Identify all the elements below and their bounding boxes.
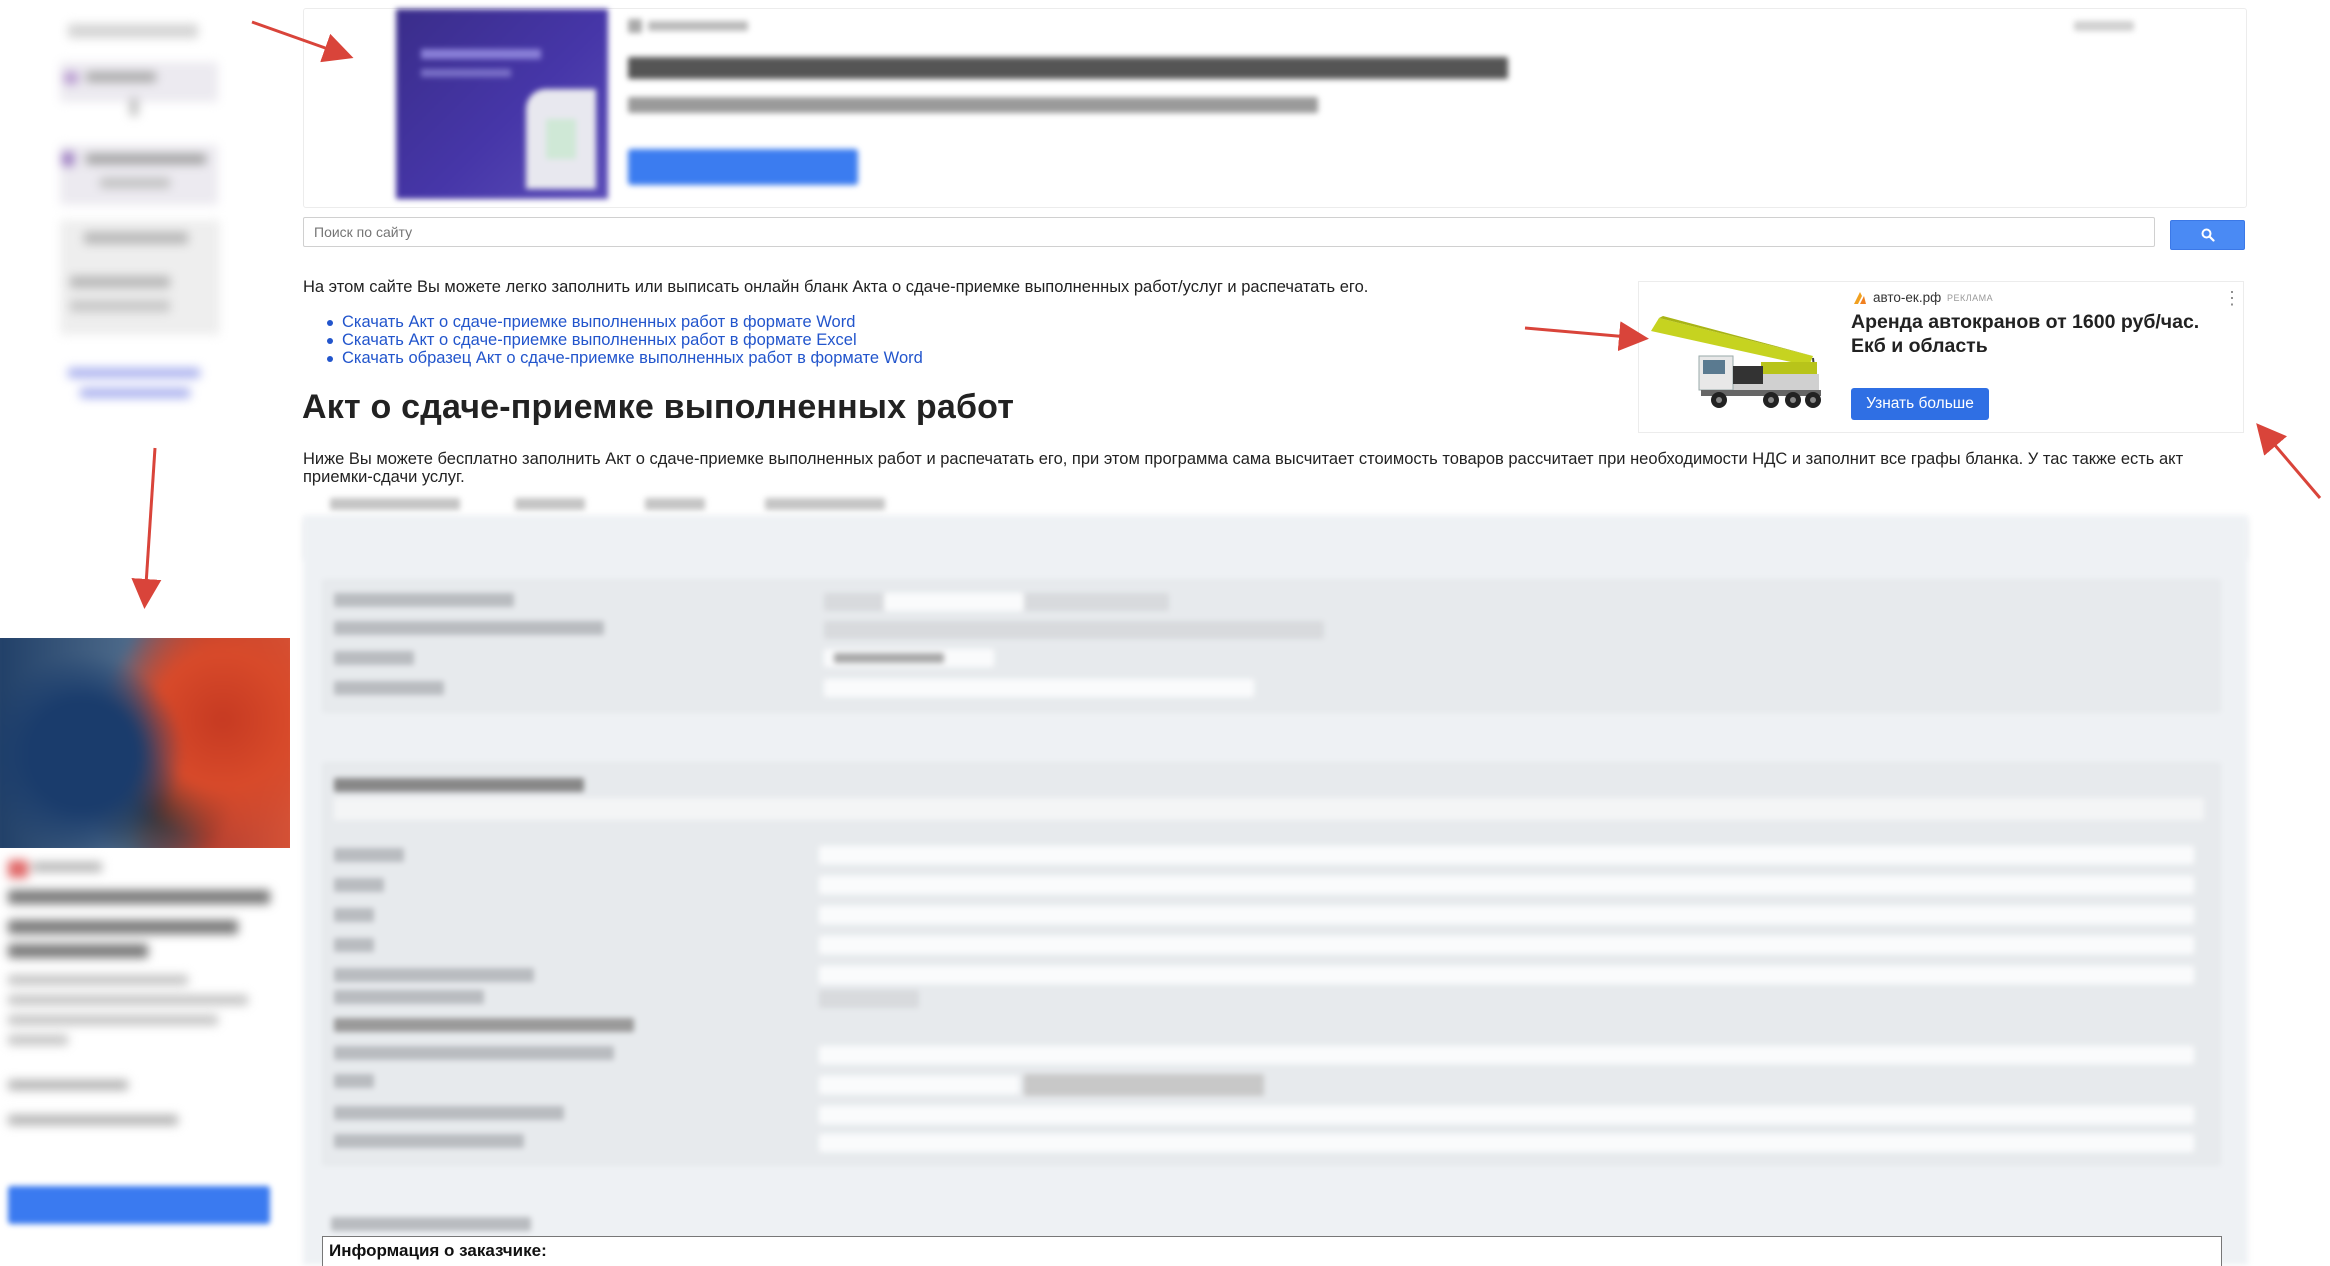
annotation-arrow-top-ad	[131, 20, 2322, 609]
